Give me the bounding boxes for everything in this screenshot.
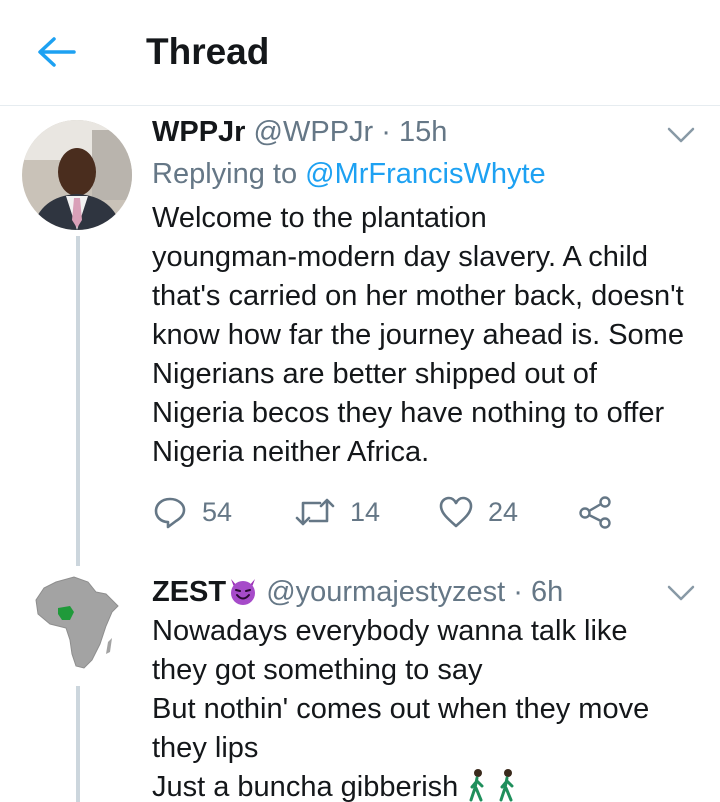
text-line: Nowadays everybody wanna talk like (152, 615, 628, 647)
replying-to: Replying to @MrFrancisWhyte (152, 156, 546, 192)
tweet-header: WPPJr @WPPJr · 15h (152, 114, 447, 150)
share-icon (579, 496, 611, 529)
person-walking-emoji-icon (499, 769, 514, 802)
like-count: 24 (488, 496, 519, 527)
thread-line (76, 686, 80, 802)
text-line: youngman-modern day slavery. A child (152, 241, 648, 273)
author-name[interactable]: ZEST (152, 576, 226, 608)
person-walking-emoji-icon (469, 769, 484, 802)
tweet-time: 15h (399, 116, 448, 148)
africa-map-icon (35, 576, 119, 669)
text-line: they got something to say (152, 654, 483, 686)
text-line: Welcome to the plantation (152, 202, 487, 234)
separator-dot: · (513, 576, 523, 608)
author-name[interactable]: WPPJr (152, 116, 245, 148)
tweet-time: 6h (530, 576, 564, 608)
retweet-icon (295, 498, 335, 526)
author-handle[interactable]: @WPPJr (254, 116, 374, 148)
thread-line (76, 236, 80, 566)
like-button[interactable]: 24 (438, 492, 518, 532)
text-line-with-emoji: Just a buncha gibberish (152, 768, 712, 802)
avatar[interactable] (22, 120, 132, 230)
reply-count: 54 (202, 496, 233, 527)
text-line: know how far the journey ahead is. Some (152, 319, 684, 351)
reply-mention[interactable]: @MrFrancisWhyte (305, 158, 546, 190)
text-line: that's carried on her mother back, doesn… (152, 280, 684, 312)
heart-icon (439, 496, 473, 528)
text-line: Nigeria neither Africa. (152, 436, 430, 468)
author-handle[interactable]: @yourmajestyzest (266, 576, 505, 608)
tweet-actions: 54 14 24 (152, 492, 632, 532)
chevron-down-icon[interactable] (666, 124, 696, 146)
avatar[interactable] (22, 568, 132, 678)
separator-dot: · (381, 116, 391, 148)
retweet-button[interactable]: 14 (294, 492, 380, 532)
chevron-down-icon[interactable] (666, 582, 696, 604)
retweet-count: 14 (350, 496, 381, 527)
text-line: Just a buncha gibberish (152, 771, 459, 802)
tweet-header: ZEST @yourmajestyzest · 6h (152, 574, 563, 610)
reply-icon (154, 497, 186, 529)
text-line: But nothin' comes out when they move (152, 693, 650, 725)
top-bar: Thread (0, 0, 720, 106)
page-title: Thread (146, 31, 270, 72)
tweet-text: Nowadays everybody wanna talk like they … (152, 612, 712, 802)
back-arrow-icon[interactable] (32, 28, 82, 76)
text-line: they lips (152, 732, 259, 764)
text-line: Nigerians are better shipped out of (152, 358, 597, 390)
reply-button[interactable]: 54 (152, 492, 232, 532)
smiling-devil-emoji-icon (231, 579, 256, 605)
share-button[interactable] (578, 492, 612, 532)
reply-prefix: Replying to (152, 158, 298, 190)
text-line: Nigeria becos they have nothing to offer (152, 397, 665, 429)
tweet-text: Welcome to the plantation youngman-moder… (152, 199, 712, 472)
